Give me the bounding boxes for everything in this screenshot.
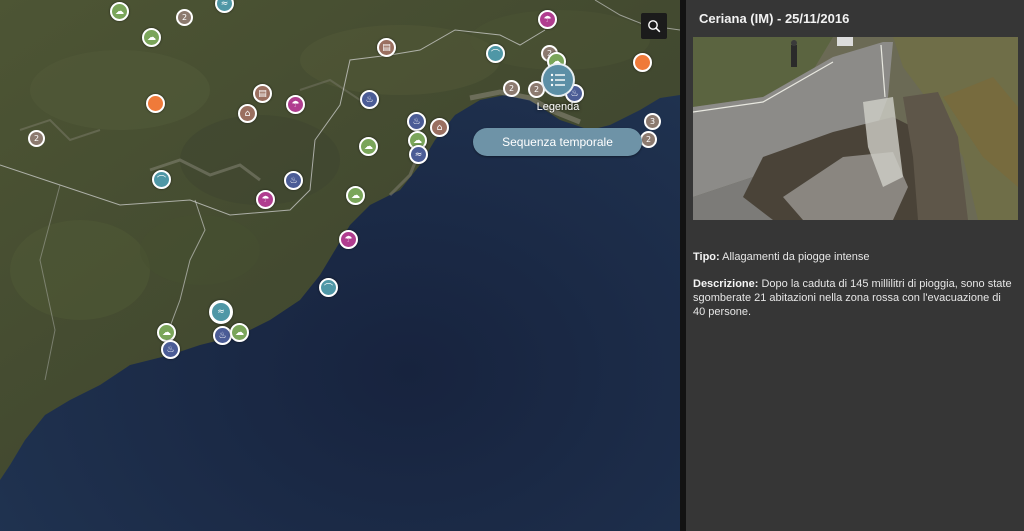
event-marker-selected[interactable]: ≈	[209, 300, 233, 324]
description-label: Descrizione:	[693, 278, 759, 290]
event-marker[interactable]: ☁	[142, 28, 161, 47]
cluster-marker[interactable]: 2	[28, 130, 45, 147]
panel-body: Tipo: Allagamenti da piogge intense Desc…	[693, 250, 1015, 332]
cluster-marker[interactable]: 2	[503, 80, 520, 97]
event-marker[interactable]	[146, 94, 165, 113]
type-label: Tipo:	[693, 251, 720, 263]
event-marker[interactable]: ☁	[157, 323, 176, 342]
event-marker[interactable]: ⌂	[430, 118, 449, 137]
event-marker[interactable]: ⌒	[319, 278, 338, 297]
search-button[interactable]	[641, 13, 667, 39]
timeline-button[interactable]: Sequenza temporale	[473, 128, 642, 156]
event-marker[interactable]: ☁	[110, 2, 129, 21]
satellite-basemap[interactable]	[0, 0, 680, 531]
event-marker[interactable]: ≈	[409, 145, 428, 164]
panel-title: Ceriana (IM) - 25/11/2016	[699, 11, 850, 26]
event-marker[interactable]: ▤	[253, 84, 272, 103]
event-marker[interactable]: ☁	[346, 186, 365, 205]
legend-label[interactable]: Legenda	[526, 101, 590, 113]
event-marker[interactable]: ⌒	[152, 170, 171, 189]
event-marker[interactable]: ▤	[377, 38, 396, 57]
event-marker[interactable]: ♨	[407, 112, 426, 131]
event-marker[interactable]: ♨	[161, 340, 180, 359]
road-collapse-photo	[693, 37, 1018, 220]
event-marker[interactable]: ♨	[360, 90, 379, 109]
description-row: Descrizione: Dopo la caduta di 145 milli…	[693, 277, 1015, 319]
event-marker[interactable]: ⌂	[238, 104, 257, 123]
search-icon	[648, 20, 661, 33]
cluster-marker[interactable]: 3	[644, 113, 661, 130]
map-view[interactable]: ☁ 2 ≈ ☁ ☂ ▤ ⌒ 2 ☁ ▤ ☂ ♨ ⌂ 2 2 ♨ ♨ ⌂ 2 3 …	[0, 0, 680, 531]
list-icon	[550, 73, 565, 87]
event-marker[interactable]	[633, 53, 652, 72]
event-marker[interactable]: ♨	[213, 326, 232, 345]
event-marker[interactable]: ☂	[256, 190, 275, 209]
event-marker[interactable]: ⌒	[486, 44, 505, 63]
event-marker[interactable]: ☁	[359, 137, 378, 156]
cluster-marker[interactable]: 2	[176, 9, 193, 26]
event-marker[interactable]: ♨	[284, 171, 303, 190]
legend-button[interactable]	[541, 63, 575, 97]
app: ☁ 2 ≈ ☁ ☂ ▤ ⌒ 2 ☁ ▤ ☂ ♨ ⌂ 2 2 ♨ ♨ ⌂ 2 3 …	[0, 0, 1024, 531]
event-marker[interactable]: ☂	[538, 10, 557, 29]
event-marker[interactable]: ☂	[339, 230, 358, 249]
type-row: Tipo: Allagamenti da piogge intense	[693, 250, 1015, 264]
detail-panel: Ceriana (IM) - 25/11/2016 Tipo: Allagame…	[686, 0, 1024, 531]
type-value: Allagamenti da piogge intense	[719, 251, 870, 263]
cluster-marker[interactable]: 2	[640, 131, 657, 148]
event-photo	[693, 37, 1018, 220]
event-marker[interactable]: ☂	[286, 95, 305, 114]
event-marker[interactable]: ☁	[230, 323, 249, 342]
